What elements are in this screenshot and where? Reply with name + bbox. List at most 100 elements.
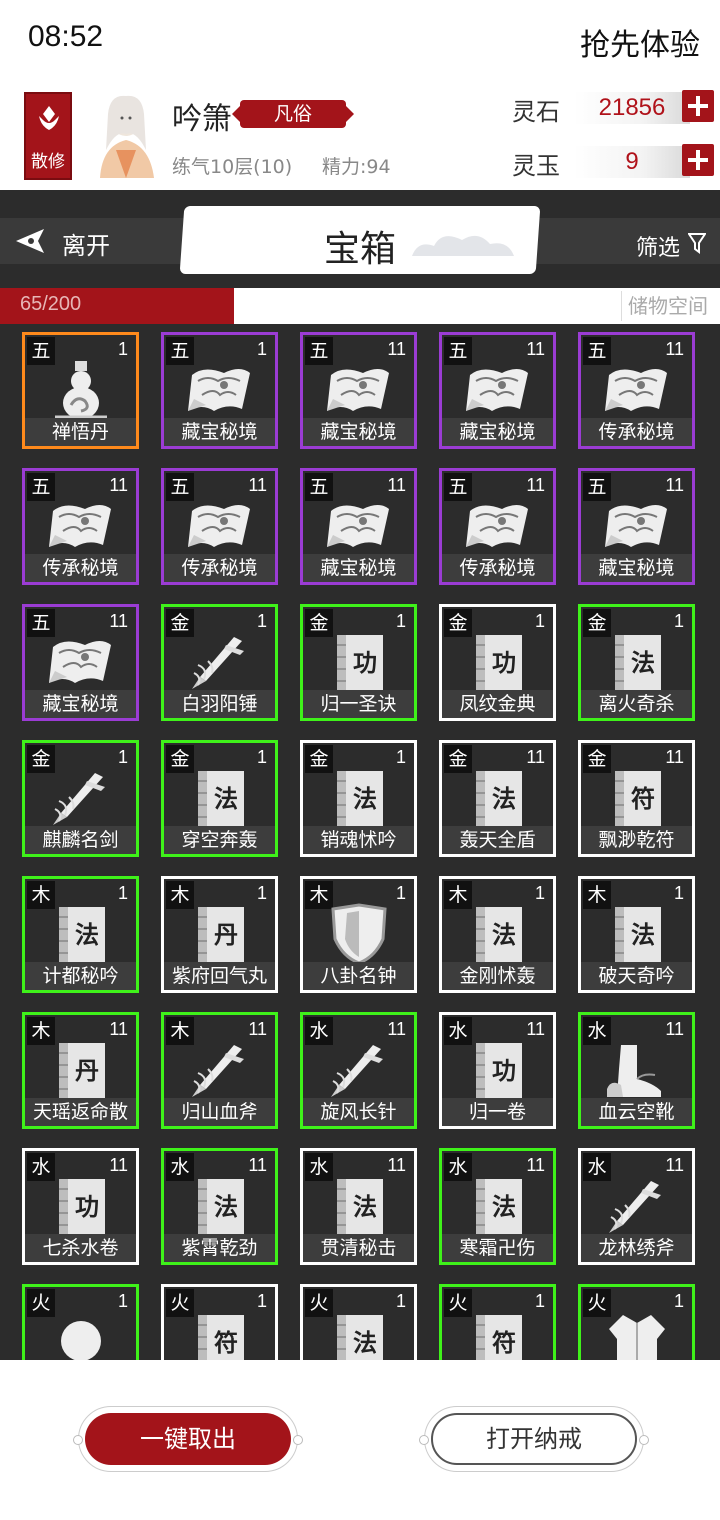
item-slot[interactable]: 五 11 藏宝秘境 <box>300 332 417 449</box>
avatar[interactable] <box>80 90 166 178</box>
item-slot[interactable]: 水 11 血云空靴 <box>578 1012 695 1129</box>
storage-capacity-bar: 65/200 储物空间 <box>0 288 720 324</box>
scroll-map-icon <box>462 359 534 421</box>
book-icon: 法 <box>462 1175 534 1237</box>
item-slot[interactable]: 火1符 <box>439 1284 556 1360</box>
item-slot[interactable]: 木 1 法计都秘吟 <box>22 876 139 993</box>
item-grid-area[interactable]: 五 1 禅悟丹五 1 藏宝秘境五 11 藏宝秘境五 11 藏宝秘境五 11 传承秘境五 11 传承秘境五… <box>0 324 720 1360</box>
item-count: 11 <box>248 475 267 495</box>
leave-label: 离开 <box>62 232 110 260</box>
item-slot[interactable]: 金 1 功凤纹金典 <box>439 604 556 721</box>
svg-text:法: 法 <box>492 920 516 949</box>
item-slot[interactable]: 水 11 法贯清秘击 <box>300 1148 417 1265</box>
item-slot[interactable]: 木 1 八卦名钟 <box>300 876 417 993</box>
item-count: 11 <box>109 611 128 631</box>
bottom-action-bar: 一键取出 打开纳戒 <box>0 1360 720 1520</box>
rank-badge: 凡俗 <box>232 100 354 128</box>
item-slot[interactable]: 金 1 功归一圣诀 <box>300 604 417 721</box>
item-slot[interactable]: 火1 <box>578 1284 695 1360</box>
shield-icon <box>323 903 395 965</box>
item-slot[interactable]: 五 11 传承秘境 <box>578 332 695 449</box>
item-name: 藏宝秘境 <box>25 690 136 718</box>
scroll-map-icon <box>323 359 395 421</box>
svg-text:丹: 丹 <box>75 1056 99 1085</box>
currency-name: 灵玉 <box>512 152 560 180</box>
early-access-label[interactable]: 抢先体验 <box>580 20 700 64</box>
item-slot[interactable]: 木 11 归山血斧 <box>161 1012 278 1129</box>
item-slot[interactable]: 五 11 藏宝秘境 <box>22 604 139 721</box>
item-name: 传承秘境 <box>25 554 136 582</box>
item-slot[interactable]: 火1符 <box>161 1284 278 1360</box>
item-count: 1 <box>256 747 267 767</box>
player-level: 练气10层(10) <box>172 156 293 178</box>
item-slot[interactable]: 金 11 法轰天全盾 <box>439 740 556 857</box>
currency-value: 21856 <box>574 92 690 124</box>
book-icon: 功 <box>323 631 395 693</box>
item-slot[interactable]: 五 11 藏宝秘境 <box>439 332 556 449</box>
book-icon: 符 <box>601 767 673 829</box>
item-count: 11 <box>526 1019 545 1039</box>
player-header: 散修 吟箫 凡俗 练气10层(10) 精力:94 灵石 21856 灵玉 9 <box>0 80 720 190</box>
sect-badge[interactable]: 散修 <box>24 92 72 180</box>
item-slot[interactable]: 水 11 法紫霄乾劲 <box>161 1148 278 1265</box>
item-slot[interactable]: 火1法 <box>300 1284 417 1360</box>
player-name: 吟箫 <box>172 102 232 137</box>
item-slot[interactable]: 金 1 法穿空奔轰 <box>161 740 278 857</box>
book-icon: 法 <box>323 1175 395 1237</box>
item-slot[interactable]: 五 11 传承秘境 <box>22 468 139 585</box>
item-slot[interactable]: 五 1 藏宝秘境 <box>161 332 278 449</box>
item-count: 1 <box>256 1291 267 1311</box>
item-slot[interactable]: 五 11 传承秘境 <box>439 468 556 585</box>
item-slot[interactable]: 木 1 法金刚怵轰 <box>439 876 556 993</box>
item-count: 1 <box>534 883 545 903</box>
item-slot[interactable]: 火1 <box>22 1284 139 1360</box>
item-slot[interactable]: 金 1 麒麟名剑 <box>22 740 139 857</box>
book-icon: 功 <box>45 1175 117 1237</box>
svg-text:法: 法 <box>75 920 99 949</box>
item-count: 1 <box>673 611 684 631</box>
item-name: 紫府回气丸 <box>164 962 275 990</box>
item-name: 天瑶返命散 <box>25 1098 136 1126</box>
item-slot[interactable]: 五 11 传承秘境 <box>161 468 278 585</box>
item-slot[interactable]: 水 11 功七杀水卷 <box>22 1148 139 1265</box>
currency-value: 9 <box>574 146 690 178</box>
item-name: 传承秘境 <box>581 418 692 446</box>
item-slot[interactable]: 金 11 符飘渺乾符 <box>578 740 695 857</box>
item-slot[interactable]: 金 1 法离火奇杀 <box>578 604 695 721</box>
svg-text:符: 符 <box>214 1328 238 1357</box>
item-count: 11 <box>526 339 545 359</box>
item-slot[interactable]: 金 1 法销魂怵吟 <box>300 740 417 857</box>
item-slot[interactable]: 五 11 藏宝秘境 <box>300 468 417 585</box>
item-slot[interactable]: 木 1 丹紫府回气丸 <box>161 876 278 993</box>
item-name: 麒麟名剑 <box>25 826 136 854</box>
take-all-button[interactable]: 一键取出 <box>85 1413 291 1465</box>
scroll-map-icon <box>45 631 117 693</box>
item-name: 藏宝秘境 <box>581 554 692 582</box>
scroll-map-icon <box>601 495 673 557</box>
add-spirit-jade-button[interactable] <box>682 144 714 176</box>
item-slot[interactable]: 木 11 丹天瑶返命散 <box>22 1012 139 1129</box>
item-slot[interactable]: 水 11 龙林绣斧 <box>578 1148 695 1265</box>
item-slot[interactable]: 水 11 旋风长针 <box>300 1012 417 1129</box>
item-count: 1 <box>117 883 128 903</box>
open-ring-button[interactable]: 打开纳戒 <box>431 1413 637 1465</box>
book-icon: 功 <box>462 1039 534 1101</box>
item-count: 11 <box>387 1155 406 1175</box>
item-count: 11 <box>387 475 406 495</box>
sect-label: 散修 <box>31 152 65 172</box>
item-slot[interactable]: 五 11 藏宝秘境 <box>578 468 695 585</box>
leave-button[interactable]: 离开 <box>0 218 170 264</box>
svg-text:符: 符 <box>631 784 655 813</box>
status-time: 08:52 <box>28 20 104 53</box>
svg-text:功: 功 <box>492 1056 516 1085</box>
item-slot[interactable]: 木 1 法破天奇吟 <box>578 876 695 993</box>
storage-space-label[interactable]: 储物空间 <box>621 291 714 321</box>
item-slot[interactable]: 水 11 法寒霜卍伤 <box>439 1148 556 1265</box>
item-slot[interactable]: 五 1 禅悟丹 <box>22 332 139 449</box>
item-count: 11 <box>665 475 684 495</box>
add-spirit-stone-button[interactable] <box>682 90 714 122</box>
item-slot[interactable]: 水 11 功归一卷 <box>439 1012 556 1129</box>
item-slot[interactable]: 金 1 白羽阳锤 <box>161 604 278 721</box>
book-icon: 功 <box>462 631 534 693</box>
item-name: 飘渺乾符 <box>581 826 692 854</box>
